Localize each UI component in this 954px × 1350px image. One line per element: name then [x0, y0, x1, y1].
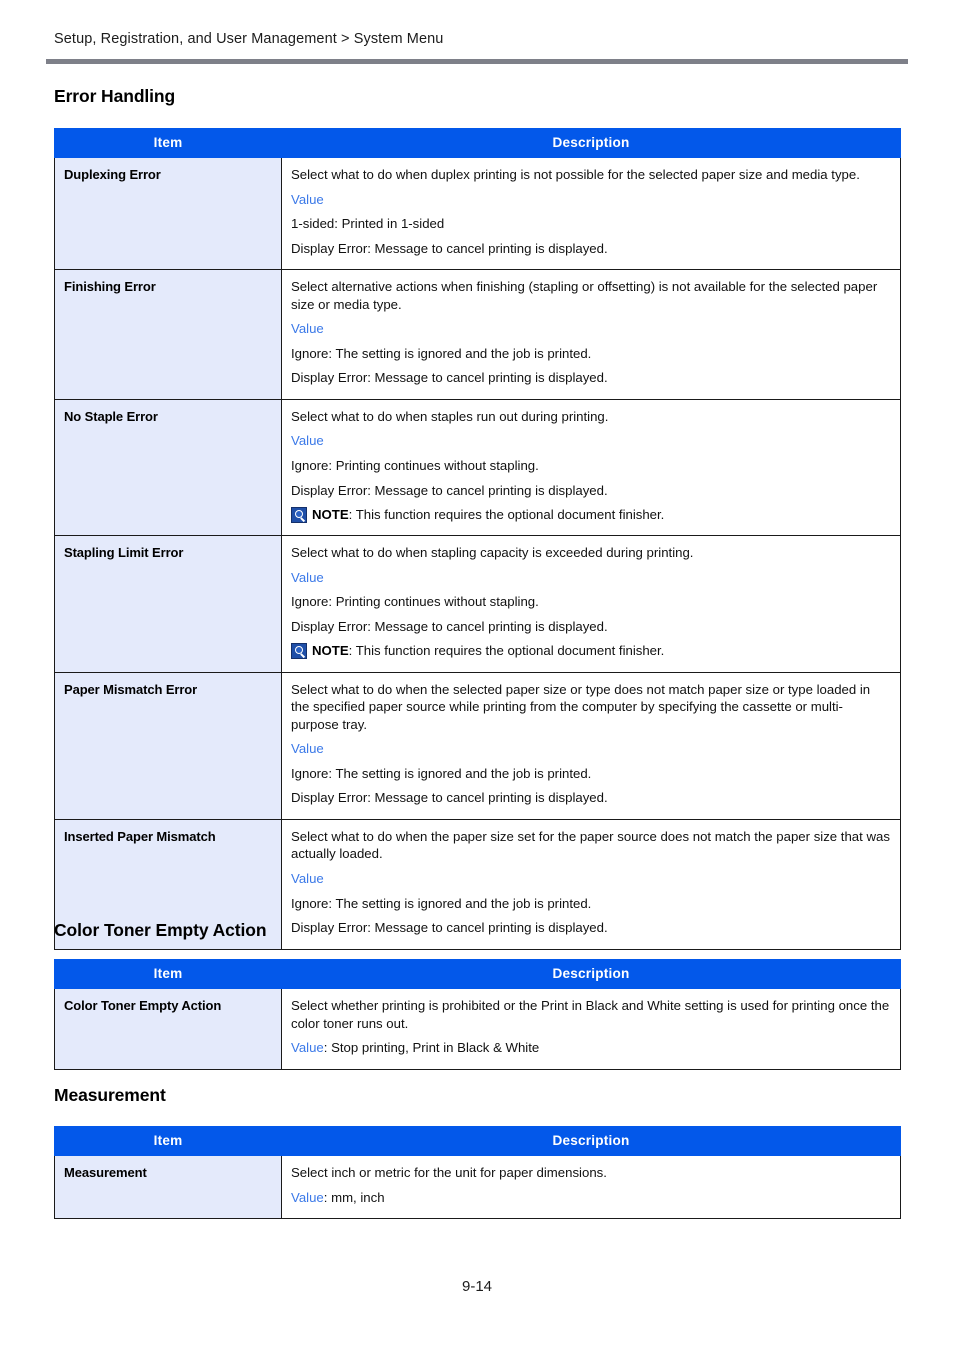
value-label: Value	[291, 191, 324, 207]
table-header-row: Item Description	[54, 959, 901, 989]
column-header-item: Item	[54, 959, 282, 989]
row-description: Select alternative actions when finishin…	[281, 269, 901, 400]
table-row: Color Toner Empty Action Select whether …	[54, 988, 901, 1070]
table-header-row: Item Description	[54, 128, 901, 158]
description-text: Select what to do when staples run out d…	[291, 408, 609, 424]
value-line: Value: mm, inch	[291, 1189, 890, 1207]
breadcrumb: Setup, Registration, and User Management…	[54, 31, 444, 47]
value-option: 1-sided: Printed in 1-sided	[291, 216, 445, 232]
description-text: Select what to do when duplex printing i…	[291, 167, 860, 182]
table-header-row: Item Description	[54, 1126, 901, 1156]
row-description: Select what to do when the selected pape…	[281, 671, 901, 820]
section-heading-error-handling: Error Handling	[54, 86, 176, 106]
header-divider	[46, 59, 908, 64]
page-number: 9-14	[461, 1278, 493, 1295]
value-option: Display Error: Message to cancel printin…	[291, 482, 608, 498]
table-row: Measurement Select inch or metric for th…	[54, 1154, 901, 1220]
value-option: Display Error: Message to cancel printin…	[291, 920, 608, 936]
note-text: : This function requires the optional do…	[348, 507, 665, 523]
value-option: Display Error: Message to cancel printin…	[291, 618, 608, 634]
row-description: Select whether printing is prohibited or…	[281, 988, 901, 1070]
row-description: Select inch or metric for the unit for p…	[281, 1154, 901, 1220]
value-label: Value	[291, 870, 324, 886]
note-text: : This function requires the optional do…	[348, 643, 665, 659]
row-description: Select what to do when the paper size se…	[281, 818, 901, 950]
value-label: Value	[291, 321, 324, 337]
table-error-handling: Item Description Duplexing Error Select …	[54, 128, 901, 950]
value-option: Display Error: Message to cancel printin…	[291, 240, 608, 256]
column-header-description: Description	[281, 1126, 901, 1156]
table-row: Paper Mismatch Error Select what to do w…	[54, 671, 901, 820]
document-page: Setup, Registration, and User Management…	[0, 0, 954, 1350]
row-item-label: Measurement	[54, 1154, 282, 1220]
table-measurement: Item Description Measurement Select inch…	[54, 1126, 901, 1220]
column-header-item: Item	[54, 1126, 282, 1156]
value-label: Value	[291, 433, 324, 449]
value-label: Value	[291, 1189, 324, 1205]
row-description: Select what to do when stapling capacity…	[281, 535, 901, 673]
table-row: Duplexing Error Select what to do when d…	[54, 156, 901, 271]
value-option: Ignore: The setting is ignored and the j…	[291, 765, 592, 781]
description-text: Select what to do when the selected pape…	[291, 681, 871, 732]
note-label: NOTE	[312, 643, 349, 659]
table-row: Finishing Error Select alternative actio…	[54, 269, 901, 400]
column-header-description: Description	[281, 959, 901, 989]
value-label: Value	[291, 741, 324, 757]
note-magnifier-icon	[291, 507, 307, 524]
row-description: Select what to do when duplex printing i…	[281, 156, 901, 271]
value-options: : Stop printing, Print in Black & White	[323, 1040, 540, 1056]
row-item-label: Color Toner Empty Action	[54, 988, 282, 1070]
row-item-label: Finishing Error	[54, 269, 282, 400]
row-item-label: No Staple Error	[54, 398, 282, 537]
value-option: Ignore: The setting is ignored and the j…	[291, 345, 592, 361]
value-option: Ignore: Printing continues without stapl…	[291, 458, 539, 474]
note-block: NOTE: This function requires the optiona…	[291, 506, 890, 524]
row-item-label: Stapling Limit Error	[54, 535, 282, 673]
value-option: Ignore: The setting is ignored and the j…	[291, 895, 592, 911]
section-heading-measurement: Measurement	[54, 1085, 166, 1105]
value-option: Ignore: Printing continues without stapl…	[291, 594, 539, 610]
value-label: Value	[291, 1040, 324, 1056]
value-label: Value	[291, 569, 324, 585]
note-block: NOTE: This function requires the optiona…	[291, 642, 890, 660]
row-item-label: Duplexing Error	[54, 156, 282, 271]
value-option: Display Error: Message to cancel printin…	[291, 790, 608, 806]
description-text: Select inch or metric for the unit for p…	[291, 1165, 607, 1180]
note-label: NOTE	[312, 507, 349, 523]
table-row: Stapling Limit Error Select what to do w…	[54, 535, 901, 673]
column-header-item: Item	[54, 128, 282, 158]
table-row: No Staple Error Select what to do when s…	[54, 398, 901, 537]
table-color-toner-empty-action: Item Description Color Toner Empty Actio…	[54, 959, 901, 1070]
row-description: Select what to do when staples run out d…	[281, 398, 901, 537]
row-item-label: Paper Mismatch Error	[54, 671, 282, 820]
description-text: Select what to do when the paper size se…	[291, 828, 890, 862]
value-option: Display Error: Message to cancel printin…	[291, 370, 608, 386]
column-header-description: Description	[281, 128, 901, 158]
value-options: : mm, inch	[323, 1189, 385, 1205]
description-text: Select what to do when stapling capacity…	[291, 545, 694, 561]
section-heading-color-toner-empty-action: Color Toner Empty Action	[54, 920, 267, 940]
description-text: Select whether printing is prohibited or…	[291, 998, 890, 1031]
value-line: Value: Stop printing, Print in Black & W…	[291, 1039, 890, 1057]
note-magnifier-icon	[291, 643, 307, 660]
description-text: Select alternative actions when finishin…	[291, 279, 878, 312]
